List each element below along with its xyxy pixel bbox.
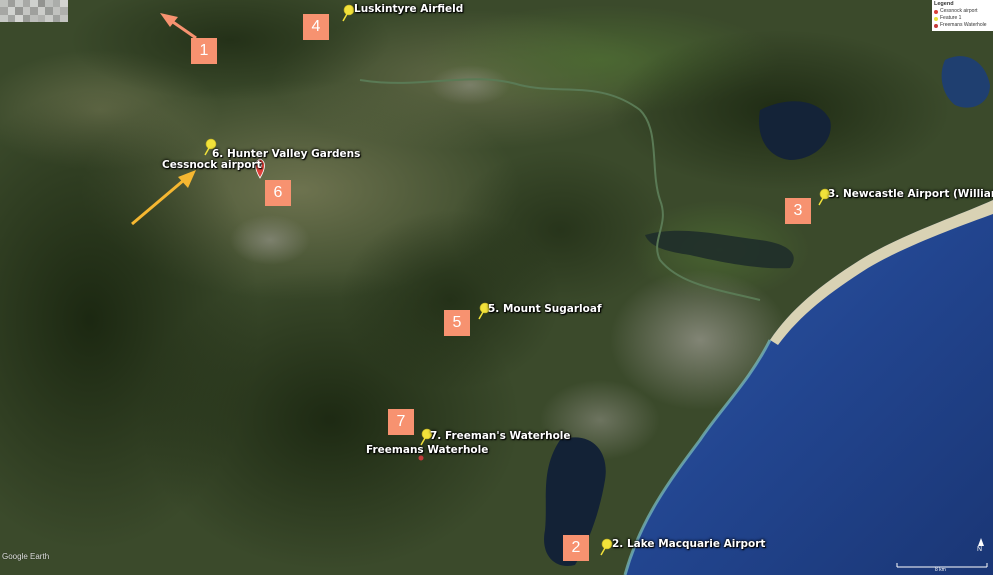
marker-box-4: 4 xyxy=(303,14,329,40)
legend-item: Cessnock airport xyxy=(934,8,991,15)
legend-label: Cessnock airport xyxy=(940,8,978,14)
marker-box-2: 2 xyxy=(563,535,589,561)
legend-label: Feature 1 xyxy=(940,15,962,21)
label-newcastle-airport: 3. Newcastle Airport (Williamtow xyxy=(828,188,993,200)
urban-area xyxy=(230,215,310,265)
label-lake-macquarie-airport: 2. Lake Macquarie Airport xyxy=(612,538,766,550)
legend-swatch xyxy=(934,23,938,28)
map-legend: Legend Cessnock airport Feature 1 Freema… xyxy=(932,0,993,31)
marker-box-1: 1 xyxy=(191,38,217,64)
marker-box-3: 3 xyxy=(785,198,811,224)
google-earth-logo: Google Earth xyxy=(2,552,50,561)
scale-label: 8 km xyxy=(935,567,946,573)
label-freemans-waterhole-numbered: 7. Freeman's Waterhole xyxy=(430,430,571,442)
urban-area xyxy=(430,65,510,105)
label-cessnock-airport: Cessnock airport xyxy=(162,159,262,171)
satellite-map[interactable] xyxy=(0,0,993,575)
label-luskintyre-airfield: Luskintyre Airfield xyxy=(354,3,464,15)
legend-label: Freemans Waterhole xyxy=(940,22,987,28)
marker-box-5: 5 xyxy=(444,310,470,336)
legend-swatch xyxy=(934,16,938,21)
label-mount-sugarloaf: 5. Mount Sugarloaf xyxy=(488,303,602,315)
label-freemans-waterhole: Freemans Waterhole xyxy=(366,444,489,456)
legend-swatch xyxy=(934,9,938,14)
legend-item: Freemans Waterhole xyxy=(934,22,991,29)
pushpin-icon[interactable] xyxy=(599,538,613,556)
legend-item: Feature 1 xyxy=(934,15,991,22)
legend-title: Legend xyxy=(934,1,954,7)
blurred-mosaic xyxy=(0,0,68,22)
forest xyxy=(450,150,670,310)
marker-box-6: 6 xyxy=(265,180,291,206)
pushpin-icon[interactable] xyxy=(341,4,355,22)
freemans-placemark[interactable] xyxy=(418,455,424,461)
north-label: N xyxy=(977,546,983,553)
marker-box-7: 7 xyxy=(388,409,414,435)
